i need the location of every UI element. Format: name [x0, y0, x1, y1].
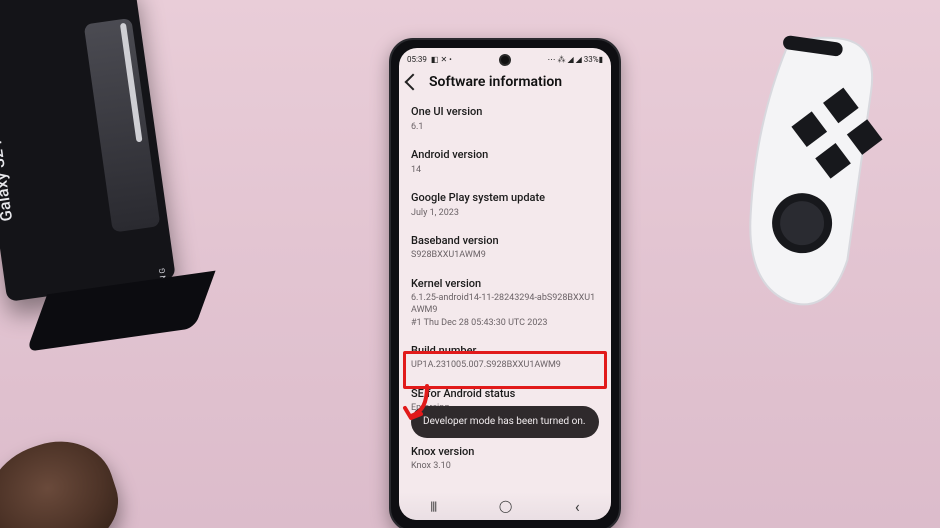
item-kernel-version[interactable]: Kernel version 6.1.25-android14-11-28243… [411, 270, 599, 337]
nav-home-button[interactable]: ◯ [499, 499, 512, 513]
toast-developer-mode: Developer mode has been turned on. [411, 406, 599, 438]
game-controller [720, 5, 940, 334]
item-baseband-version[interactable]: Baseband version S928BXXU1AWM9 [411, 227, 599, 270]
item-android-version[interactable]: Android version 14 [411, 141, 599, 184]
box-top: Galaxy S24 Ultra SAMSUNG [0, 0, 176, 302]
hand [0, 427, 130, 528]
item-value: July 1, 2023 [411, 207, 599, 219]
item-label: Kernel version [411, 277, 599, 291]
front-camera [499, 54, 511, 66]
item-one-ui-version[interactable]: One UI version 6.1 [411, 98, 599, 141]
back-icon[interactable] [405, 74, 422, 91]
status-right-icons: ⋯ ⁂ ◢ ◢ 33%▮ [548, 55, 604, 64]
page-title: Software information [429, 74, 562, 90]
phone-screen: 05:39 ◧ ✕ • ⋯ ⁂ ◢ ◢ 33%▮ Software inform… [399, 48, 611, 520]
annotation-arrow-icon [401, 384, 435, 428]
status-left-icons: ◧ ✕ • [431, 55, 452, 64]
item-label: Google Play system update [411, 191, 599, 205]
box-product-name: Galaxy S24 Ultra [0, 100, 16, 222]
item-google-play-update[interactable]: Google Play system update July 1, 2023 [411, 184, 599, 227]
item-label: One UI version [411, 105, 599, 119]
item-label: Knox version [411, 445, 599, 459]
status-time: 05:39 [407, 55, 427, 64]
page-header: Software information [399, 68, 611, 98]
item-value: 6.1 [411, 121, 599, 133]
item-value: 14 [411, 164, 599, 176]
photo-scene: Galaxy S24 Ultra SAMSUNG [0, 0, 940, 528]
item-label: Baseband version [411, 234, 599, 248]
item-value: S928BXXU1AWM9 [411, 249, 599, 261]
phone-frame: 05:39 ◧ ✕ • ⋯ ⁂ ◢ ◢ 33%▮ Software inform… [389, 38, 621, 528]
product-box: Galaxy S24 Ultra SAMSUNG [0, 0, 186, 371]
item-value: 6.1.25-android14-11-28243294-abS928BXXU1… [411, 292, 599, 328]
nav-recents-button[interactable]: ||| [430, 499, 436, 513]
item-label: Android version [411, 148, 599, 162]
box-phone-render [84, 18, 161, 233]
navigation-bar: ||| ◯ ‹ [399, 492, 611, 520]
nav-back-button[interactable]: ‹ [575, 497, 580, 516]
item-value: Knox 3.10 [411, 460, 599, 472]
